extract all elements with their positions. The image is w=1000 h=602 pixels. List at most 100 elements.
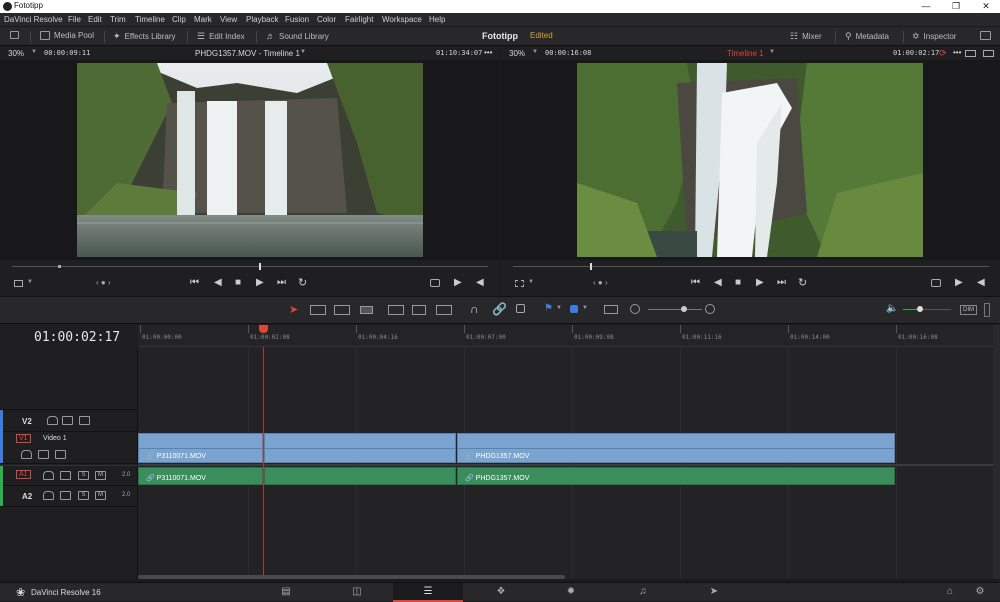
viewer-mode-icon[interactable]: [14, 280, 23, 287]
track-name-a1[interactable]: A1: [16, 470, 31, 479]
track-header-a2[interactable]: A2 S M 2.0: [0, 486, 138, 507]
auto-select-icon[interactable]: [62, 416, 73, 425]
volume-handle[interactable]: [917, 306, 923, 312]
blade-tool-icon[interactable]: [360, 306, 373, 314]
replace-clip-icon[interactable]: [436, 305, 452, 315]
loop-icon[interactable]: ↻: [298, 276, 307, 289]
deliver-page-icon[interactable]: ➤: [706, 586, 722, 598]
auto-select-icon[interactable]: [60, 491, 71, 500]
mark-in-icon[interactable]: ▶: [955, 277, 963, 288]
track-name-v1[interactable]: V1: [16, 434, 31, 443]
jog-nav-icon[interactable]: ‹ ● ›: [593, 278, 608, 287]
dynamic-trim-icon[interactable]: [334, 305, 350, 315]
menu-clip[interactable]: Clip: [172, 15, 186, 24]
timeline-ruler[interactable]: 01:00:00:00 01:00:02:08 01:00:04:16 01:0…: [138, 325, 993, 347]
color-page-icon[interactable]: ✹: [563, 586, 579, 598]
minimize-icon[interactable]: —: [912, 0, 940, 13]
match-frame-icon[interactable]: [430, 279, 440, 287]
video-clip-phdg1357[interactable]: 🔗 PHDG1357.MOV: [457, 433, 895, 463]
play-icon[interactable]: ▶: [256, 277, 264, 288]
lock-track-icon[interactable]: [43, 471, 54, 480]
viewer-mode-icon[interactable]: [515, 280, 524, 287]
fusion-page-icon[interactable]: ❖: [493, 586, 509, 598]
menu-timeline[interactable]: Timeline: [135, 15, 165, 24]
menu-edit[interactable]: Edit: [88, 15, 102, 24]
jog-nav-icon[interactable]: ‹ ● ›: [96, 278, 111, 287]
horizontal-scrollbar[interactable]: [138, 575, 565, 579]
timeline-scrub-playhead[interactable]: [590, 263, 592, 270]
viewer-sync-icon[interactable]: ⟳: [939, 48, 947, 59]
track-header-v1[interactable]: V1 Video 1: [0, 432, 138, 464]
lock-track-icon[interactable]: [47, 416, 58, 425]
chevron-down-icon[interactable]: ▼: [556, 305, 562, 311]
timeline-tracks[interactable]: 🔗 P3110071.MOV 🔗 PHDG1357.MOV 🔗 P3110071…: [138, 347, 993, 579]
lock-track-icon[interactable]: [21, 450, 32, 459]
dim-button[interactable]: DIM: [960, 305, 977, 315]
timeline-scrub-bar[interactable]: [513, 266, 989, 267]
playhead-handle[interactable]: [259, 325, 268, 333]
source-options-icon[interactable]: •••: [484, 48, 492, 57]
chevron-down-icon[interactable]: ▼: [27, 279, 33, 285]
solo-button[interactable]: S: [78, 491, 89, 500]
audio-clip-p3110071-a[interactable]: 🔗 P3110071.MOV: [138, 467, 263, 485]
playhead-line[interactable]: [263, 347, 264, 579]
stop-icon[interactable]: ■: [235, 277, 241, 288]
menu-workspace[interactable]: Workspace: [382, 15, 422, 24]
menu-playback[interactable]: Playback: [246, 15, 278, 24]
source-playhead[interactable]: [259, 263, 261, 270]
source-scrub-bar[interactable]: [12, 266, 488, 267]
edit-index-button[interactable]: ☰ Edit Index: [197, 31, 245, 42]
cut-page-icon[interactable]: ◫: [349, 586, 365, 598]
menu-help[interactable]: Help: [429, 15, 445, 24]
chevron-down-icon[interactable]: ▼: [528, 279, 534, 285]
zoom-in-icon[interactable]: [705, 304, 715, 314]
trim-tool-icon[interactable]: [310, 305, 326, 315]
inspector-button[interactable]: ✡ Inspector: [912, 31, 956, 42]
vertical-scrollbar[interactable]: [993, 325, 1000, 579]
sound-library-button[interactable]: ♬ Sound Library: [266, 31, 329, 41]
menu-davinci[interactable]: DaVinci Resolve: [4, 15, 63, 24]
disable-track-icon[interactable]: [79, 416, 90, 425]
zoom-out-icon[interactable]: [630, 304, 640, 314]
timeline-viewer[interactable]: [501, 60, 1000, 260]
timeline-name[interactable]: Timeline 1: [727, 49, 764, 58]
chevron-down-icon[interactable]: ▼: [300, 49, 306, 55]
go-to-end-icon[interactable]: ⏭: [777, 277, 786, 288]
media-page-icon[interactable]: ▤: [278, 586, 294, 598]
mark-out-icon[interactable]: ◀: [977, 277, 985, 288]
overwrite-clip-icon[interactable]: [412, 305, 426, 315]
mixer-button[interactable]: ☷ Mixer: [790, 31, 822, 42]
speaker-icon[interactable]: 🔈: [886, 303, 898, 314]
zoom-slider-handle[interactable]: [681, 306, 687, 312]
menu-view[interactable]: View: [220, 15, 237, 24]
play-reverse-icon[interactable]: ◀: [214, 277, 222, 288]
source-clip-title[interactable]: PHDG1357.MOV - Timeline 1: [195, 49, 300, 58]
play-icon[interactable]: ▶: [756, 277, 764, 288]
go-to-start-icon[interactable]: ⏮: [190, 277, 199, 288]
source-zoom[interactable]: 30%: [8, 49, 24, 58]
home-icon[interactable]: ⌂: [942, 586, 958, 598]
snapping-icon[interactable]: ∩: [470, 302, 479, 316]
edit-page-tab[interactable]: ☰: [393, 583, 463, 602]
match-frame-icon[interactable]: [931, 279, 941, 287]
flag-icon[interactable]: ⚑: [544, 303, 553, 314]
solo-button[interactable]: S: [78, 471, 89, 480]
disable-track-icon[interactable]: [55, 450, 66, 459]
menu-color[interactable]: Color: [317, 15, 336, 24]
mark-out-icon[interactable]: ◀: [476, 277, 484, 288]
go-to-end-icon[interactable]: ⏭: [277, 277, 286, 288]
go-to-start-icon[interactable]: ⏮: [691, 277, 700, 288]
fairlight-page-icon[interactable]: ♫: [635, 586, 651, 598]
video-clip-p3110071-b[interactable]: [264, 433, 456, 463]
layout-dual-icon[interactable]: [983, 50, 994, 57]
expand-panel-icon[interactable]: [980, 31, 991, 40]
chevron-down-icon[interactable]: ▼: [769, 49, 775, 55]
chevron-down-icon[interactable]: ▼: [31, 49, 37, 55]
stop-icon[interactable]: ■: [735, 277, 741, 288]
chevron-down-icon[interactable]: ▼: [532, 49, 538, 55]
settings-gear-icon[interactable]: ⚙: [972, 586, 988, 598]
menu-fairlight[interactable]: Fairlight: [345, 15, 373, 24]
monitor-icon[interactable]: [10, 31, 19, 39]
lock-icon[interactable]: [516, 304, 525, 313]
marker-icon[interactable]: [570, 305, 578, 313]
